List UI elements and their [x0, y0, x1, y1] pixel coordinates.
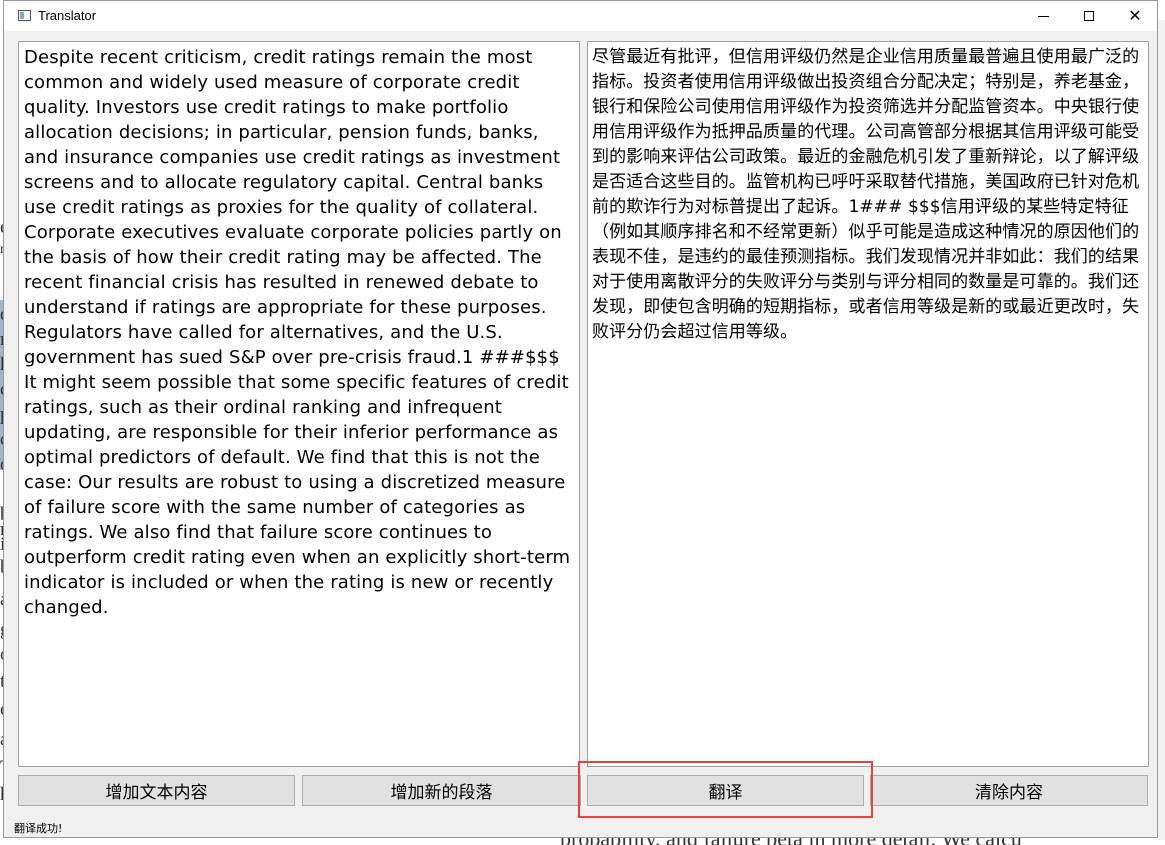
status-bar-message: 翻译成功!	[14, 822, 63, 835]
close-icon: ✕	[1128, 6, 1142, 25]
title-bar[interactable]: Translator ✕	[4, 1, 1157, 31]
close-button[interactable]: ✕	[1112, 1, 1158, 31]
maximize-icon	[1084, 11, 1094, 21]
minimize-icon	[1037, 15, 1049, 17]
translation-text[interactable]: 尽管最近有批评，但信用评级仍然是企业信用质量最普遍且使用最广泛的指标。投资者使用…	[588, 42, 1148, 345]
add-paragraph-button[interactable]: 增加新的段落	[302, 775, 581, 806]
add-text-button[interactable]: 增加文本内容	[18, 775, 295, 806]
translation-text-area[interactable]: 尽管最近有批评，但信用评级仍然是企业信用质量最普遍且使用最广泛的指标。投资者使用…	[587, 41, 1149, 767]
window-title: Translator	[38, 8, 97, 23]
translator-window: Translator ✕ Despite recent criticism, c…	[3, 0, 1158, 838]
clear-button[interactable]: 清除内容	[870, 775, 1148, 806]
translate-button[interactable]: 翻译	[587, 775, 864, 806]
source-text[interactable]: Despite recent criticism, credit ratings…	[19, 42, 579, 620]
app-window-icon	[18, 10, 31, 21]
maximize-button[interactable]	[1066, 1, 1112, 31]
background-scrollbar	[1158, 20, 1165, 840]
minimize-button[interactable]	[1020, 1, 1066, 31]
source-text-area[interactable]: Despite recent criticism, credit ratings…	[18, 41, 580, 767]
